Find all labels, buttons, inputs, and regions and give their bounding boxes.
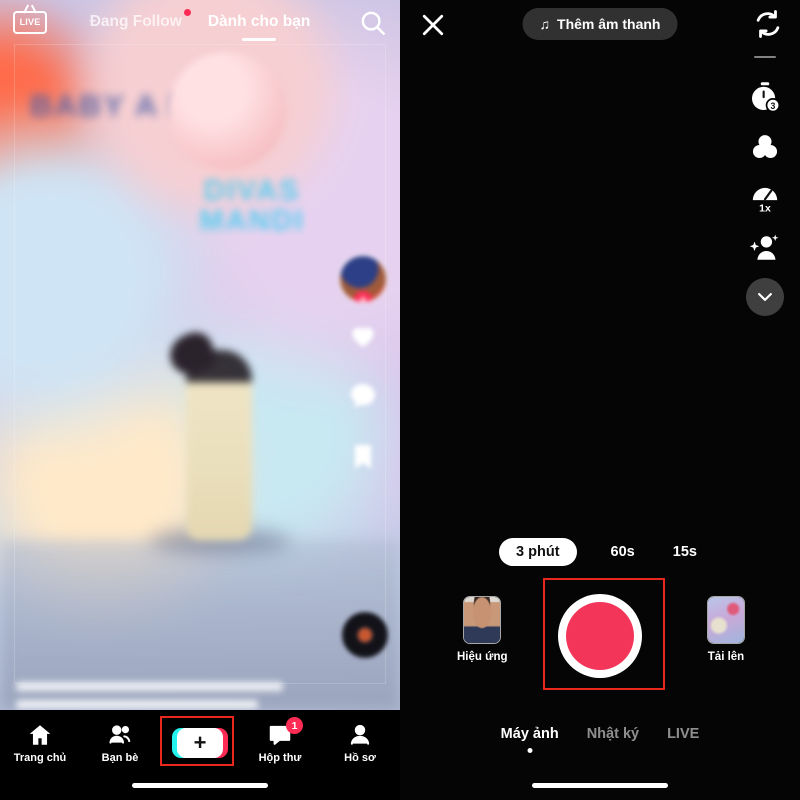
bookmark-button[interactable] [346,441,380,486]
beautify-tool[interactable] [742,222,788,272]
nav-label-home: Trang chủ [13,752,67,764]
home-indicator [532,783,668,788]
friends-icon [107,722,133,748]
effects-thumbnail [463,596,502,644]
caption-line [16,700,258,709]
camera-top-bar: ♫ Thêm âm thanh [400,0,800,48]
caption-line [16,682,283,691]
music-disc-icon[interactable] [342,612,388,658]
duration-option-3min[interactable]: 3 phút [499,538,577,566]
mode-tab-diary[interactable]: Nhật ký [587,726,639,746]
nav-item-create[interactable]: + [160,728,240,758]
record-button[interactable] [558,594,642,678]
duration-option-15s[interactable]: 15s [669,538,701,566]
nav-label-friends: Bạn bè [101,752,139,764]
tab-for-you-label: Dành cho bạn [207,13,311,30]
camera-mode-tabs: Máy ảnh Nhật ký LIVE [400,726,800,746]
comment-button[interactable] [346,380,380,425]
timer-value: 3 [770,101,775,111]
camera-tool-rail: 3 1x [740,56,790,316]
add-sound-label: Thêm âm thanh [557,16,661,32]
heart-icon [346,319,380,351]
nav-item-friends[interactable]: Bạn bè [80,722,160,764]
home-indicator [132,783,268,788]
video-subject [186,350,252,540]
tab-following-label: Đang Follow [89,13,182,30]
nav-item-inbox[interactable]: 1 Hộp thư [240,717,320,764]
close-icon[interactable] [418,10,448,40]
inbox-badge: 1 [286,717,303,734]
flip-camera-icon[interactable] [752,8,784,40]
nav-label-inbox: Hộp thư [258,752,302,764]
filters-tool[interactable] [742,122,788,172]
effects-button[interactable]: Hiệu ứng [457,596,508,663]
create-plus-glyph: + [177,728,223,758]
tiktok-camera-panel: ♫ Thêm âm thanh 3 1x 3 phút 60s 15s Hiệu… [400,0,800,800]
nav-label-profile: Hồ sơ [344,752,376,764]
feed-tabs: Đang Follow Dành cho bạn [0,0,400,44]
tab-following-dot-icon [183,9,191,16]
video-overlay-subtitle: DIVAS MANDI [199,175,305,238]
music-note-icon: ♫ [539,16,551,32]
inbox-icon: 1 [267,717,303,748]
mode-tab-camera[interactable]: Máy ảnh [501,726,559,746]
create-plus-icon[interactable]: + [172,728,228,758]
tool-rail-divider [754,56,776,58]
chevron-down-icon[interactable] [746,278,784,316]
upload-label: Tải lên [707,651,745,663]
like-button[interactable] [346,319,380,364]
bottom-navigation: Trang chủ Bạn bè + 1 Hộp thư Hồ sơ [0,710,400,800]
bookmark-icon [346,441,380,473]
effects-label: Hiệu ứng [457,651,508,663]
upload-thumbnail [707,596,745,644]
follow-plus-icon[interactable]: + [353,291,373,302]
tab-for-you[interactable]: Dành cho bạn [206,9,312,35]
comment-count [358,413,367,425]
mode-tab-live[interactable]: LIVE [667,726,699,746]
tab-following[interactable]: Đang Follow [88,9,191,35]
like-count [358,352,367,364]
capture-controls: Hiệu ứng Tải lên [400,586,800,686]
upload-button[interactable]: Tải lên [707,596,745,663]
add-sound-button[interactable]: ♫ Thêm âm thanh [522,8,678,40]
profile-icon [347,722,373,748]
avatar[interactable]: + [339,255,387,303]
bookmark-count [358,474,367,486]
home-icon [27,722,53,748]
timer-tool[interactable]: 3 [742,72,788,122]
search-icon[interactable] [358,8,388,38]
duration-selector: 3 phút 60s 15s [400,538,800,566]
nav-item-home[interactable]: Trang chủ [0,722,80,764]
comment-icon [346,380,380,412]
speed-value: 1x [759,203,771,214]
tiktok-feed-panel: BABY A D FRIE DIVAS MANDI LIVE Đang Follo… [0,0,400,800]
feed-top-bar: LIVE Đang Follow Dành cho bạn [0,0,400,44]
screenshot-root: BABY A D FRIE DIVAS MANDI LIVE Đang Follo… [0,0,800,800]
speed-tool[interactable]: 1x [742,172,788,222]
duration-option-60s[interactable]: 60s [607,538,639,566]
nav-item-profile[interactable]: Hồ sơ [320,722,400,764]
video-action-rail: + [334,255,392,486]
balloon-shape [168,52,286,170]
record-button-core [566,602,634,670]
